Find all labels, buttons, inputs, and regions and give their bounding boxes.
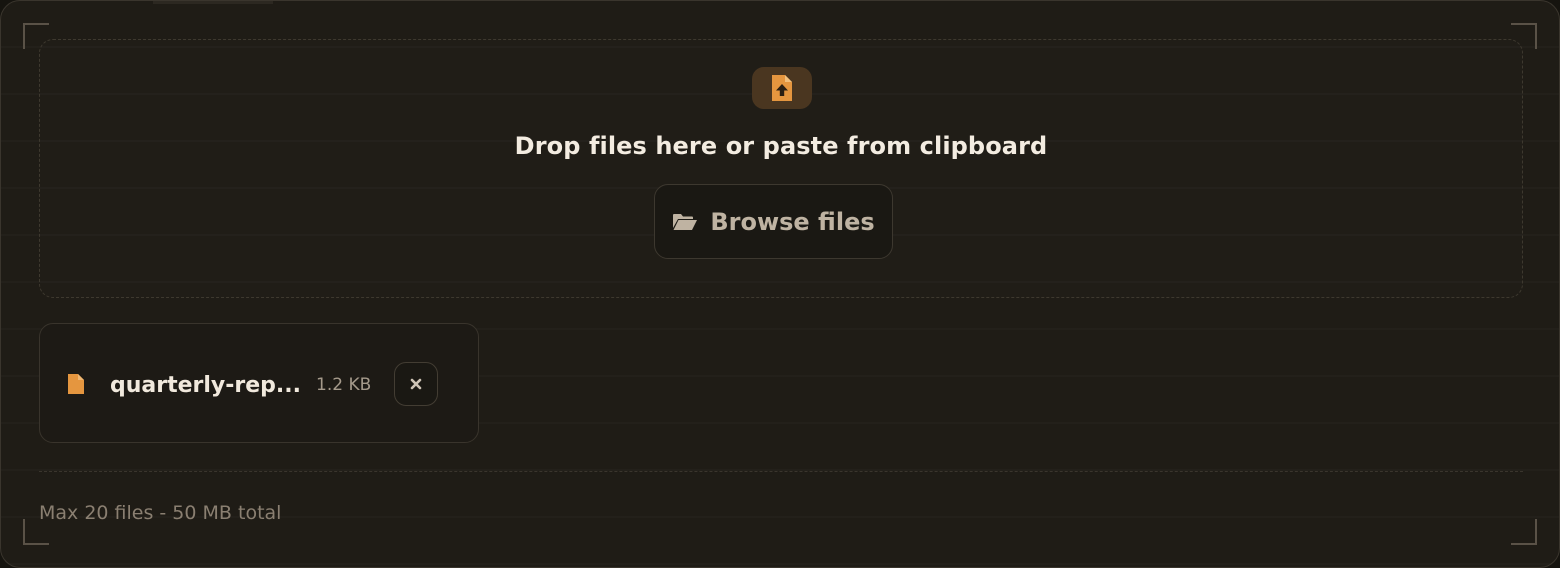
remove-file-button[interactable] — [394, 362, 438, 406]
file-upload-panel: Drop files here or paste from clipboard … — [0, 0, 1560, 568]
tab-notch — [153, 1, 273, 4]
browse-files-button[interactable]: Browse files — [654, 184, 893, 259]
file-dropzone[interactable]: Drop files here or paste from clipboard … — [39, 39, 1523, 298]
upload-limits-note: Max 20 files - 50 MB total — [39, 502, 282, 524]
upload-icon-badge — [752, 67, 812, 109]
file-icon — [68, 374, 84, 394]
close-icon — [410, 378, 422, 390]
corner-bracket-bottom-right — [1511, 519, 1537, 545]
folder-open-icon — [673, 213, 698, 230]
file-name: quarterly-rep... — [110, 373, 301, 398]
file-upload-icon — [772, 75, 792, 101]
footer-divider — [39, 471, 1523, 472]
dropzone-title: Drop files here or paste from clipboard — [514, 132, 1048, 160]
file-item: quarterly-rep... 1.2 KB — [39, 323, 479, 443]
browse-files-label: Browse files — [710, 207, 875, 236]
file-size: 1.2 KB — [316, 375, 372, 395]
